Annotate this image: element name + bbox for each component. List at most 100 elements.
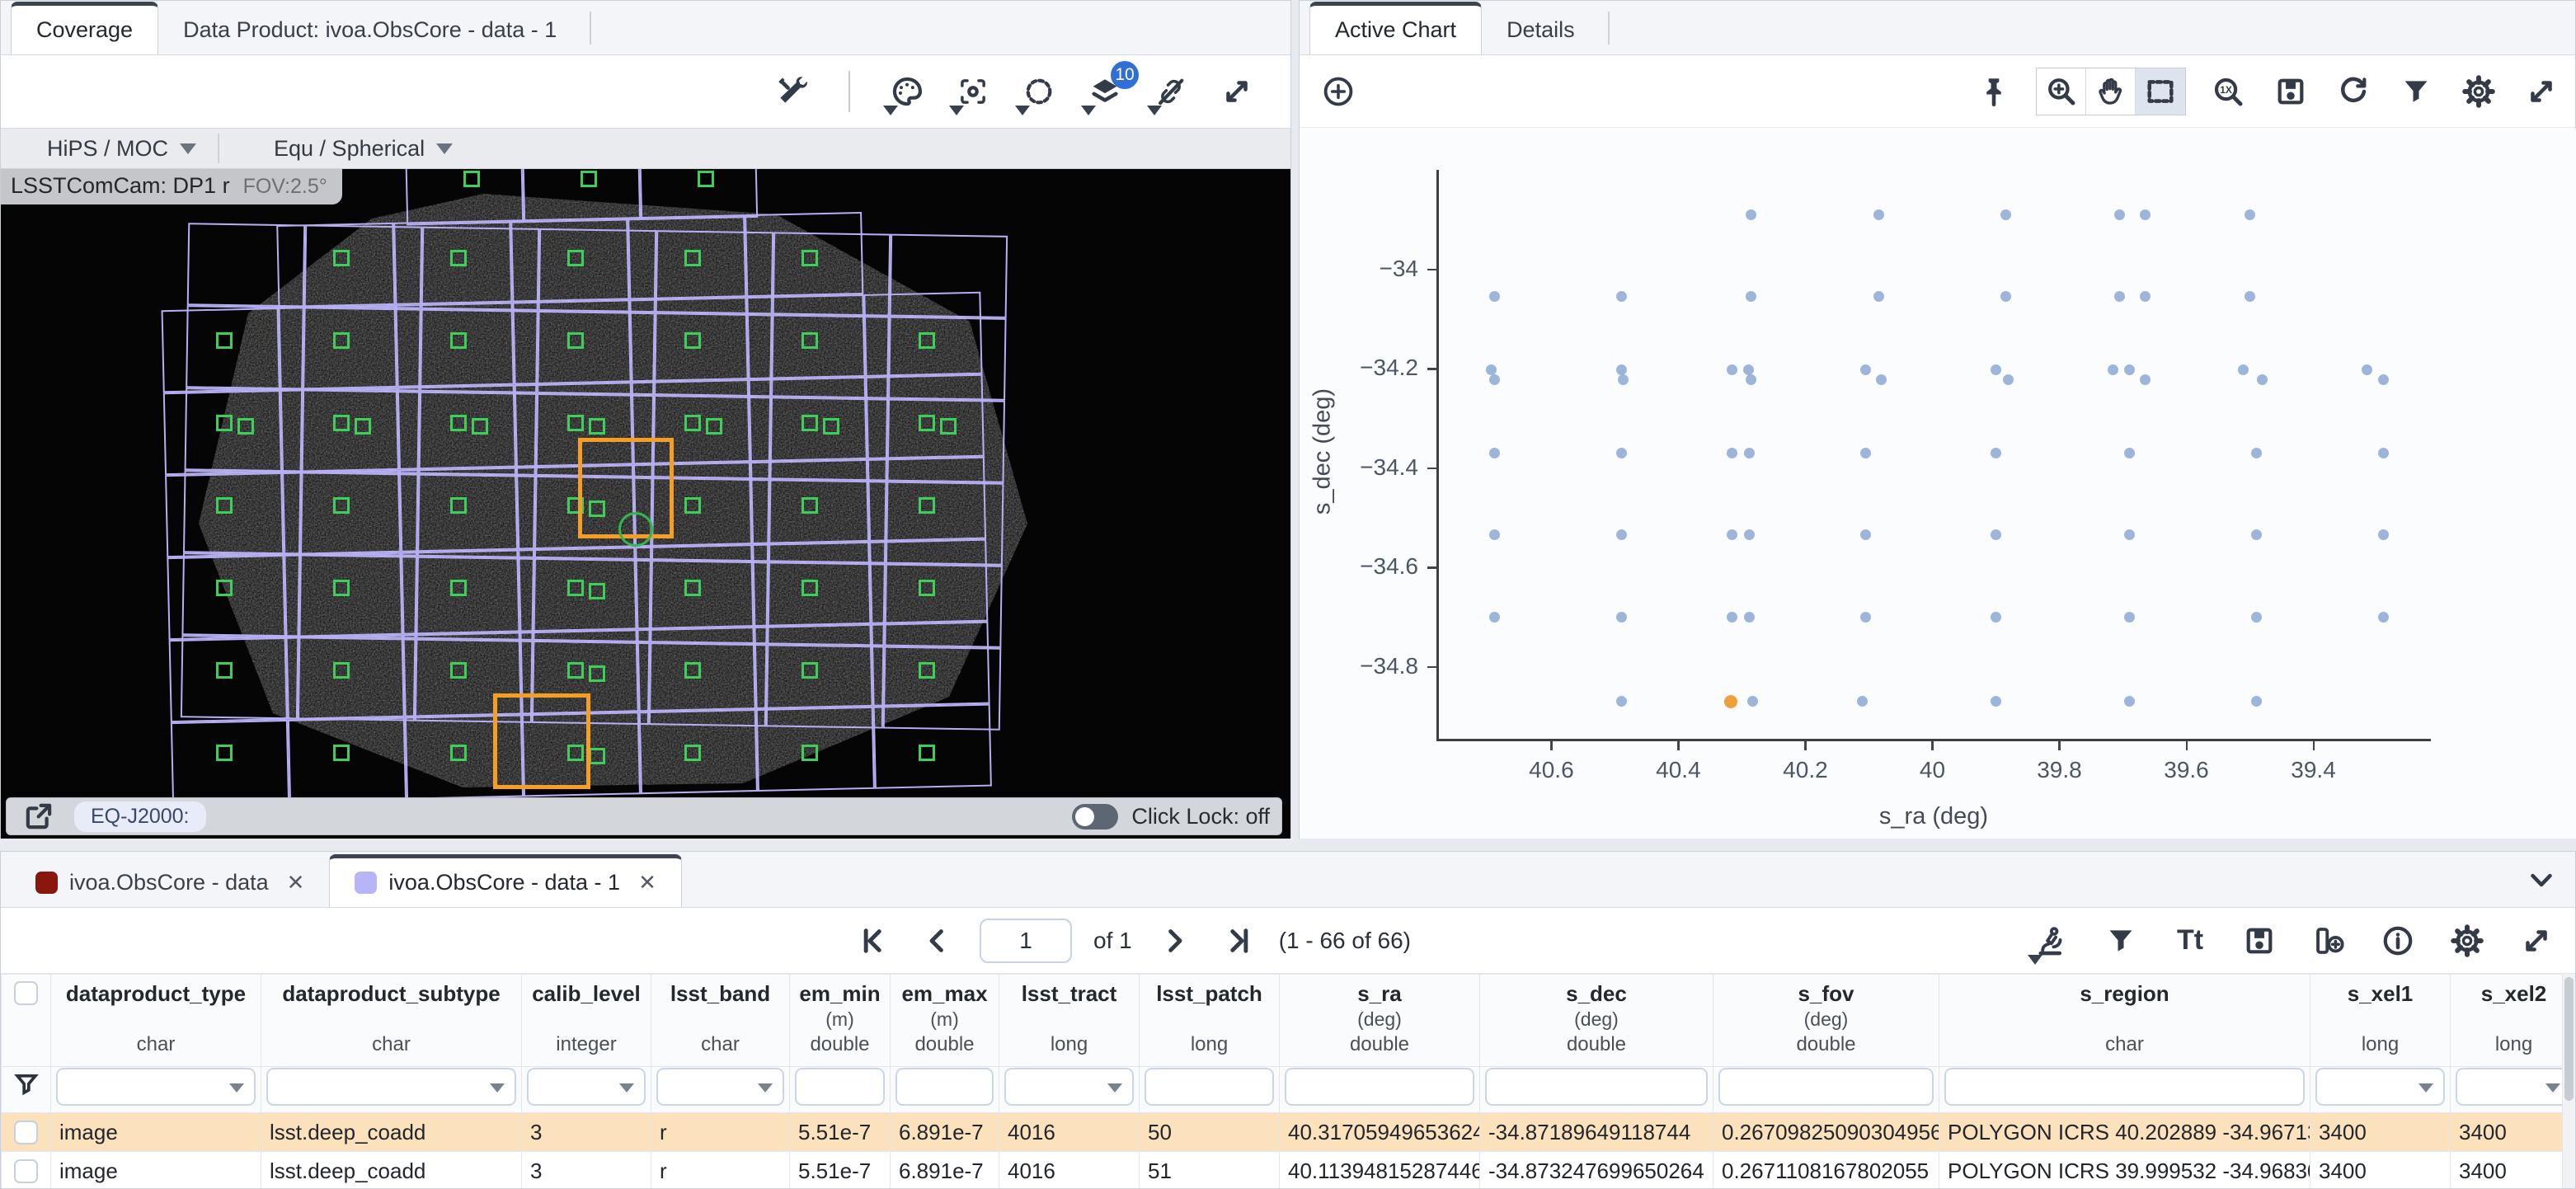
tab-coverage[interactable]: Coverage <box>11 2 158 54</box>
scatter-point[interactable] <box>1616 291 1627 302</box>
close-icon[interactable]: ✕ <box>638 870 656 895</box>
first-page-button[interactable] <box>854 920 895 961</box>
box-select-icon[interactable] <box>2136 68 2185 115</box>
column-header-lsst_band[interactable]: lsst_bandchar <box>651 975 790 1067</box>
column-header-s_region[interactable]: s_regionchar <box>1939 975 2310 1067</box>
column-header-em_min[interactable]: em_min(m)double <box>790 975 891 1067</box>
filter-input-s_xel1[interactable] <box>2315 1068 2445 1106</box>
scatter-point[interactable] <box>1991 529 2001 540</box>
scatter-point[interactable] <box>1991 364 2001 375</box>
inspect-icon[interactable] <box>2031 920 2072 961</box>
tab-obscore-data[interactable]: ivoa.ObsCore - data ✕ <box>11 858 329 907</box>
scatter-point[interactable] <box>1746 209 1756 220</box>
coord-system-pill[interactable]: EQ-J2000: <box>74 801 206 832</box>
scatter-point[interactable] <box>2238 364 2249 375</box>
scatter-point[interactable] <box>2257 374 2268 385</box>
scatter-point[interactable] <box>1727 364 1737 375</box>
scatter-point[interactable] <box>2378 612 2389 623</box>
scatter-point[interactable] <box>1857 696 1868 707</box>
scatter-point[interactable] <box>1744 529 1755 540</box>
filter-input-calib_level[interactable] <box>527 1068 646 1106</box>
filter-icon[interactable] <box>2100 920 2141 961</box>
scatter-point[interactable] <box>2378 374 2389 385</box>
scatter-point[interactable] <box>2140 209 2151 220</box>
column-header-dataproduct_subtype[interactable]: dataproduct_subtypechar <box>261 975 522 1067</box>
filter-input-dataproduct_type[interactable] <box>56 1068 256 1106</box>
filter-input-s_dec[interactable] <box>1485 1068 1708 1106</box>
expand-icon[interactable] <box>1216 71 1257 112</box>
add-column-icon[interactable] <box>2308 920 2349 961</box>
scatter-point[interactable] <box>1618 374 1629 385</box>
scatter-point[interactable] <box>1727 612 1737 623</box>
scatter-point[interactable] <box>2140 374 2151 385</box>
column-header-em_max[interactable]: em_max(m)double <box>891 975 999 1067</box>
tab-active-chart[interactable]: Active Chart <box>1309 2 1482 54</box>
filter-input-lsst_tract[interactable] <box>1004 1068 1134 1106</box>
scatter-point[interactable] <box>2003 374 2014 385</box>
column-header-s_xel1[interactable]: s_xel1long <box>2310 975 2451 1067</box>
scatter-point[interactable] <box>1860 364 1871 375</box>
scatter-point[interactable] <box>1489 529 1500 540</box>
column-header-s_ra[interactable]: s_ra(deg)double <box>1280 975 1480 1067</box>
column-header-s_dec[interactable]: s_dec(deg)double <box>1480 975 1713 1067</box>
column-header-s_xel2[interactable]: s_xel2long <box>2451 975 2576 1067</box>
scatter-point[interactable] <box>1744 448 1755 458</box>
scatter-point[interactable] <box>1873 291 1884 302</box>
filter-input-lsst_patch[interactable] <box>1145 1068 1274 1106</box>
scatter-point[interactable] <box>1727 529 1737 540</box>
scatter-point[interactable] <box>1991 612 2001 623</box>
column-header-s_fov[interactable]: s_fov(deg)double <box>1713 975 1939 1067</box>
scatter-point[interactable] <box>1616 448 1627 458</box>
text-columns-icon[interactable]: Tt <box>2169 920 2211 961</box>
page-number-input[interactable] <box>980 919 1072 963</box>
scatter-point[interactable] <box>1489 374 1500 385</box>
tab-details[interactable]: Details <box>1482 5 1600 54</box>
scatter-point[interactable] <box>2124 696 2135 707</box>
scatter-point[interactable] <box>2378 529 2389 540</box>
unlink-icon[interactable] <box>1150 71 1192 112</box>
popout-icon[interactable] <box>18 796 59 837</box>
scatter-point[interactable] <box>2000 209 2011 220</box>
tab-obscore-data-1[interactable]: ivoa.ObsCore - data - 1 ✕ <box>329 854 681 907</box>
recenter-icon[interactable] <box>952 71 994 112</box>
next-page-button[interactable] <box>1154 920 1195 961</box>
scatter-point[interactable] <box>2000 291 2011 302</box>
table-row[interactable]: imagelsst.deep_coadd3r5.51e-76.891e-7401… <box>2 1113 2576 1152</box>
filter-input-em_min[interactable] <box>795 1068 885 1106</box>
scatter-plot[interactable]: −34−34.2−34.4−34.6−34.840.640.440.24039.… <box>1300 129 2576 839</box>
scatter-point[interactable] <box>1744 612 1755 623</box>
scatter-point[interactable] <box>2251 448 2262 458</box>
scatter-point[interactable] <box>2124 529 2135 540</box>
row-checkbox[interactable] <box>14 1159 38 1183</box>
scatter-point[interactable] <box>1746 291 1756 302</box>
scatter-point[interactable] <box>2362 364 2372 375</box>
tab-data-product[interactable]: Data Product: ivoa.ObsCore - data - 1 <box>158 5 581 54</box>
scatter-point[interactable] <box>1860 612 1871 623</box>
click-lock-control[interactable]: Click Lock: off <box>1072 804 1270 829</box>
tools-icon[interactable] <box>771 71 812 112</box>
scatter-point[interactable] <box>1991 696 2001 707</box>
pin-icon[interactable] <box>1973 71 2014 112</box>
column-header-lsst_tract[interactable]: lsst_tractlong <box>999 975 1140 1067</box>
filter-icon[interactable] <box>2395 71 2437 112</box>
scatter-point[interactable] <box>1873 209 1884 220</box>
scatter-point[interactable] <box>1489 612 1500 623</box>
filter-input-em_max[interactable] <box>895 1068 994 1106</box>
highlighted-scatter-point[interactable] <box>1724 695 1737 708</box>
pan-hand-icon[interactable] <box>2086 68 2136 115</box>
hips-moc-dropdown[interactable]: HiPS / MOC <box>26 136 218 162</box>
scatter-point[interactable] <box>2378 448 2389 458</box>
scatter-point[interactable] <box>1860 529 1871 540</box>
scatter-point[interactable] <box>1747 696 1758 707</box>
filter-input-dataproduct_subtype[interactable] <box>266 1068 516 1106</box>
filter-input-s_region[interactable] <box>1944 1068 2305 1106</box>
scatter-point[interactable] <box>2108 364 2118 375</box>
scatter-point[interactable] <box>2251 529 2262 540</box>
column-header-dataproduct_type[interactable]: dataproduct_typechar <box>51 975 261 1067</box>
scatter-point[interactable] <box>1489 448 1500 458</box>
scatter-point[interactable] <box>2124 612 2135 623</box>
save-icon[interactable] <box>2270 71 2311 112</box>
expand-icon[interactable] <box>2521 71 2562 112</box>
last-page-button[interactable] <box>1216 920 1257 961</box>
scatter-point[interactable] <box>1991 448 2001 458</box>
